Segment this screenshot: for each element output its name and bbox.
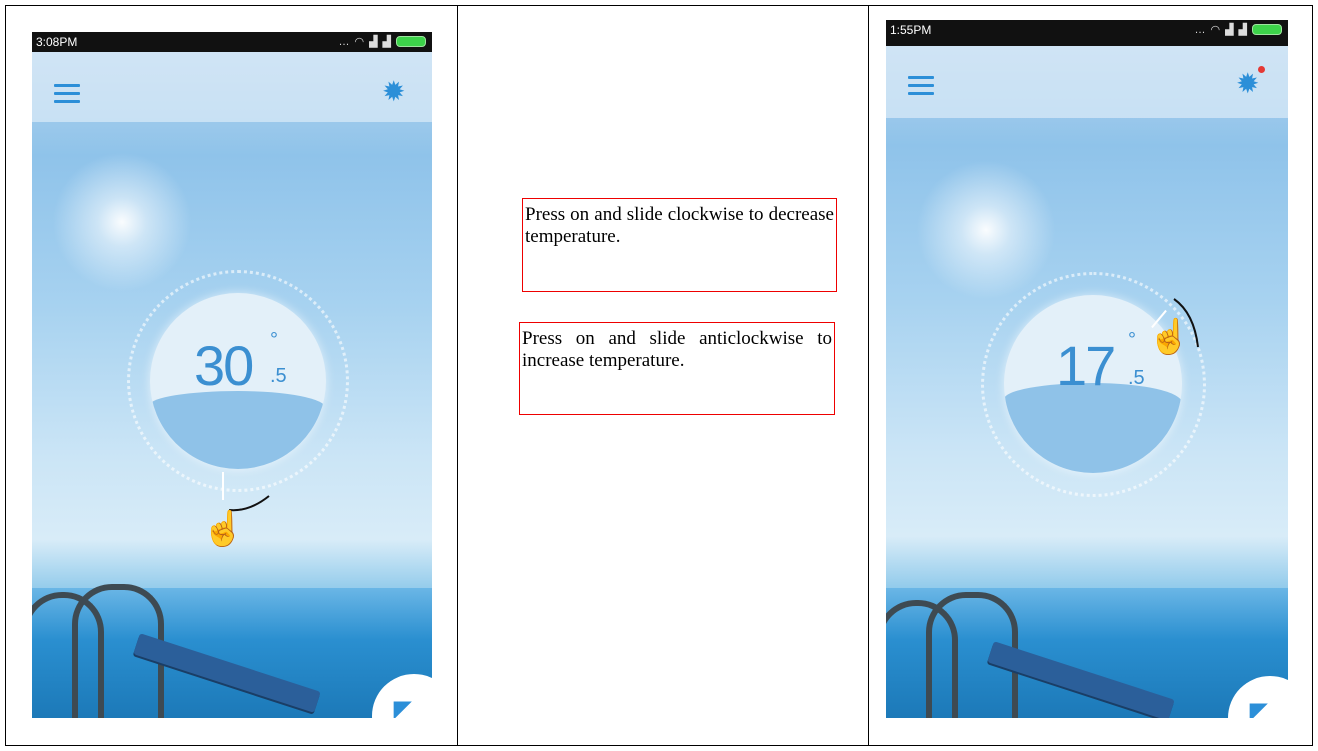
hand-pointer-icon: ☝ [202, 510, 245, 548]
temp-decimal: .5 [270, 365, 287, 387]
signal-icon: ▟ [1225, 24, 1234, 36]
annotation-anticlockwise: Press on and slide anticlockwise to incr… [519, 322, 835, 415]
dial-handle[interactable] [222, 472, 224, 500]
sun-glare [52, 152, 192, 292]
status-bar: 1:55PM … ◠ ▟ ▟ [886, 20, 1288, 46]
curve-icon: ◤ [1250, 698, 1267, 718]
column-divider [457, 5, 458, 746]
annotation-clockwise: Press on and slide clockwise to decrease… [522, 198, 837, 292]
status-time: 3:08PM [36, 35, 78, 49]
wifi-icon: ◠ [1210, 24, 1221, 36]
hand-pointer-icon: ☝ [1148, 318, 1191, 356]
temperature-readout: 30 ° .5 [194, 329, 287, 398]
battery-icon [1252, 24, 1282, 35]
phone-screen-right: 1:55PM … ◠ ▟ ▟ ✹ 17 ° .5 ☝ ◤ [886, 20, 1288, 718]
signal-icon: ▟ [1238, 24, 1247, 36]
annotation-text: Press on and slide anticlockwise to incr… [522, 328, 832, 371]
top-bar: ✹ [32, 52, 432, 122]
signal-icon: ▟ [369, 36, 378, 48]
status-bar: 3:08PM … ◠ ▟ ▟ [32, 32, 432, 52]
temp-degree: ° [270, 329, 278, 351]
temp-decimal: .5 [1128, 367, 1145, 389]
notification-badge [1258, 66, 1265, 73]
temp-whole: 17 [1056, 334, 1116, 397]
more-icon: … [338, 35, 350, 48]
temperature-dial[interactable]: 30 ° .5 [150, 293, 326, 469]
settings-button[interactable]: ✹ [382, 78, 405, 106]
menu-button[interactable] [54, 84, 80, 104]
sun-glare [916, 160, 1056, 300]
wifi-icon: ◠ [354, 36, 365, 48]
curve-icon: ◤ [394, 696, 411, 718]
temperature-readout: 17 ° .5 [1056, 329, 1145, 398]
signal-icon: ▟ [382, 36, 391, 48]
annotation-text: Press on and slide clockwise to decrease… [525, 204, 834, 247]
menu-button[interactable] [908, 76, 934, 96]
settings-button[interactable]: ✹ [1236, 70, 1259, 98]
top-bar: ✹ [886, 46, 1288, 118]
battery-icon [396, 36, 426, 47]
status-icons: … ◠ ▟ ▟ [338, 35, 426, 48]
status-time: 1:55PM [890, 23, 932, 37]
temp-degree: ° [1128, 329, 1136, 351]
temp-whole: 30 [194, 334, 254, 397]
column-divider [868, 5, 869, 746]
status-icons: … ◠ ▟ ▟ [1194, 23, 1282, 36]
water-fill [150, 391, 326, 469]
phone-screen-left: 3:08PM … ◠ ▟ ▟ ✹ 30 ° .5 ☝ ◤ [32, 32, 432, 718]
more-icon: … [1194, 23, 1206, 36]
